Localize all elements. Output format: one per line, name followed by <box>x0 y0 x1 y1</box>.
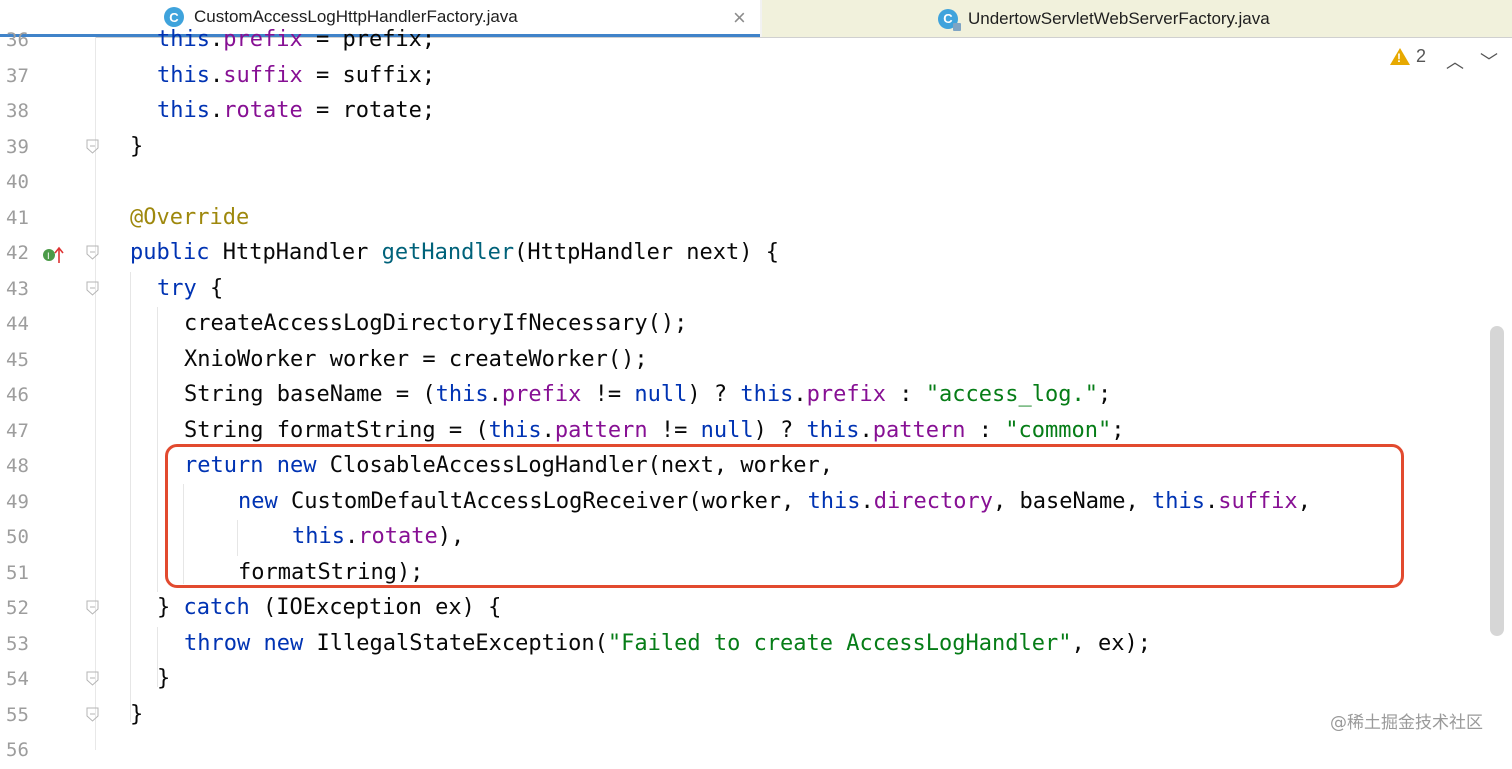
code-text[interactable]: try { <box>157 276 223 301</box>
code-line: 45 XnioWorker worker = createWorker(); <box>0 343 1512 379</box>
code-text[interactable]: createAccessLogDirectoryIfNecessary(); <box>184 311 687 336</box>
code-text[interactable]: XnioWorker worker = createWorker(); <box>184 347 648 372</box>
line-number: 38 <box>6 100 29 122</box>
line-number: 43 <box>6 278 29 300</box>
code-line: 44 createAccessLogDirectoryIfNecessary()… <box>0 307 1512 343</box>
code-text[interactable]: throw new IllegalStateException("Failed … <box>184 631 1151 656</box>
code-text[interactable]: public HttpHandler getHandler(HttpHandle… <box>130 240 779 265</box>
code-line: 41 @Override <box>0 201 1512 237</box>
line-number: 54 <box>6 668 29 690</box>
code-line: 36 this.prefix = prefix; <box>0 23 1512 59</box>
line-number: 36 <box>6 29 29 51</box>
fold-end-icon[interactable] <box>86 671 99 686</box>
line-number: 41 <box>6 207 29 229</box>
code-line: 53 throw new IllegalStateException("Fail… <box>0 627 1512 663</box>
code-text[interactable]: } <box>157 666 170 691</box>
line-number: 47 <box>6 420 29 442</box>
line-number: 49 <box>6 491 29 513</box>
fold-end-icon[interactable] <box>86 600 99 615</box>
code-text[interactable]: } <box>130 134 143 159</box>
overrides-method-icon[interactable]: I <box>42 246 66 264</box>
code-line: 39 } <box>0 130 1512 166</box>
line-number: 42 <box>6 242 29 264</box>
fold-start-icon[interactable] <box>86 281 99 296</box>
highlight-annotation-box <box>165 444 1404 588</box>
vertical-scrollbar[interactable] <box>1490 326 1504 636</box>
code-text[interactable]: String baseName = (this.prefix != null) … <box>184 382 1111 407</box>
fold-end-icon[interactable] <box>86 139 99 154</box>
code-line: 54 } <box>0 662 1512 698</box>
line-number: 45 <box>6 349 29 371</box>
code-line: 56 <box>0 733 1512 769</box>
line-number: 46 <box>6 384 29 406</box>
code-line: 52 } catch (IOException ex) { <box>0 591 1512 627</box>
svg-text:I: I <box>47 252 50 262</box>
watermark: @稀土掘金技术社区 <box>1330 713 1483 733</box>
code-line: 42 I public HttpHandler getHandler(HttpH… <box>0 236 1512 272</box>
code-text[interactable]: this.rotate = rotate; <box>157 98 435 123</box>
code-text[interactable]: } <box>130 702 143 727</box>
code-line: 38 this.rotate = rotate; <box>0 94 1512 130</box>
code-line: 40 <box>0 165 1512 201</box>
code-text[interactable]: @Override <box>130 205 249 230</box>
code-text[interactable]: String formatString = (this.pattern != n… <box>184 418 1124 443</box>
code-text[interactable]: } catch (IOException ex) { <box>157 595 501 620</box>
code-line: 37 this.suffix = suffix; <box>0 59 1512 95</box>
line-number: 50 <box>6 526 29 548</box>
line-number: 44 <box>6 313 29 335</box>
code-line: 46 String baseName = (this.prefix != nul… <box>0 378 1512 414</box>
line-number: 39 <box>6 136 29 158</box>
fold-end-icon[interactable] <box>86 707 99 722</box>
line-number: 56 <box>6 739 29 761</box>
code-line: 43 try { <box>0 272 1512 308</box>
code-text[interactable]: this.suffix = suffix; <box>157 63 435 88</box>
line-number: 48 <box>6 455 29 477</box>
line-number: 53 <box>6 633 29 655</box>
line-number: 51 <box>6 562 29 584</box>
code-line: 55 } <box>0 698 1512 734</box>
line-number: 55 <box>6 704 29 726</box>
line-number: 37 <box>6 65 29 87</box>
line-number: 40 <box>6 171 29 193</box>
line-number: 52 <box>6 597 29 619</box>
fold-start-icon[interactable] <box>86 245 99 260</box>
code-text[interactable]: this.prefix = prefix; <box>157 27 435 52</box>
